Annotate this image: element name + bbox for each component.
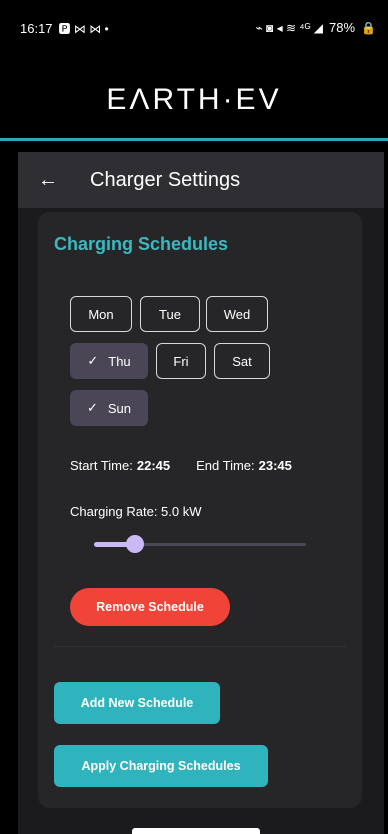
battery-level: 78% bbox=[329, 20, 356, 35]
apply-schedules-button[interactable]: Apply Charging Schedules bbox=[54, 745, 268, 787]
charging-rate-label: Charging Rate: 5.0 kW bbox=[70, 504, 202, 519]
status-bar-left: 16:17 🅿 ⋈ ⋈ • bbox=[20, 20, 109, 37]
clock: 16:17 bbox=[20, 21, 53, 36]
day-chip-sat[interactable]: Sat bbox=[214, 343, 270, 379]
page-title: Charger Settings bbox=[90, 168, 241, 191]
check-icon: ✓ bbox=[87, 353, 99, 368]
lock-icon: 🔒 bbox=[361, 20, 376, 35]
schedule-times: Start Time: 22:45 End Time: 23:45 bbox=[70, 458, 292, 473]
remove-schedule-button[interactable]: Remove Schedule bbox=[70, 588, 230, 626]
signal-icons: ⌁ ◙ ◂ ≋ ⁴ᴳ ◢ bbox=[255, 20, 324, 35]
start-time-value[interactable]: 22:45 bbox=[137, 458, 170, 473]
status-bar: 16:17 🅿 ⋈ ⋈ • ⌁ ◙ ◂ ≋ ⁴ᴳ ◢ 78% 🔒 bbox=[0, 0, 388, 62]
day-label: Fri bbox=[173, 353, 189, 369]
brand-logo: ΕΛRTH·EV bbox=[106, 83, 282, 116]
end-time-value[interactable]: 23:45 bbox=[259, 458, 292, 473]
day-label: Sun bbox=[107, 400, 132, 416]
status-bar-right: ⌁ ◙ ◂ ≋ ⁴ᴳ ◢ 78% 🔒 bbox=[255, 20, 376, 35]
home-indicator[interactable] bbox=[132, 828, 260, 834]
day-chip-tue[interactable]: Tue bbox=[140, 296, 200, 332]
day-chip-thu[interactable]: ✓ Thu bbox=[70, 343, 148, 379]
day-chip-sun[interactable]: ✓ Sun bbox=[70, 390, 148, 426]
day-chip-fri[interactable]: Fri bbox=[156, 343, 206, 379]
day-chip-mon[interactable]: Mon bbox=[70, 296, 132, 332]
app-bar: ← Charger Settings bbox=[18, 152, 384, 208]
section-divider bbox=[54, 646, 346, 647]
day-label: Mon bbox=[88, 306, 114, 322]
check-icon: ✓ bbox=[86, 400, 98, 415]
day-label: Sat bbox=[232, 353, 252, 369]
add-schedule-button[interactable]: Add New Schedule bbox=[54, 682, 220, 724]
start-time-label: Start Time: bbox=[70, 458, 133, 473]
day-chip-wed[interactable]: Wed bbox=[206, 296, 268, 332]
rate-slider-thumb[interactable] bbox=[126, 535, 144, 553]
back-arrow-icon[interactable]: ← bbox=[38, 169, 68, 192]
day-label: Tue bbox=[159, 306, 181, 322]
notification-icons: 🅿 ⋈ ⋈ • bbox=[58, 22, 109, 36]
end-time-label: End Time: bbox=[196, 458, 255, 473]
day-label: Wed bbox=[223, 306, 251, 322]
header-divider bbox=[0, 138, 388, 141]
day-label: Thu bbox=[108, 353, 131, 369]
section-title: Charging Schedules bbox=[54, 234, 229, 254]
